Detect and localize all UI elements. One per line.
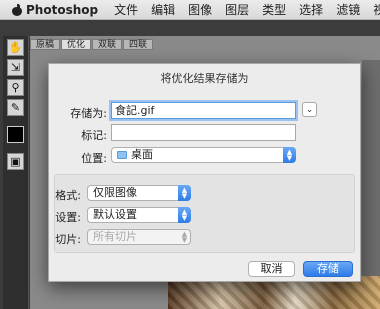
format-label: 格式: xyxy=(55,189,81,202)
settings-value: 默认设置 xyxy=(93,208,137,221)
hand-tool-icon[interactable]: ✋ xyxy=(7,39,24,56)
settings-select[interactable]: 默认设置 ▲ ▼ xyxy=(87,207,191,223)
menu-view[interactable]: 视图 xyxy=(373,1,380,18)
updown-arrows-icon: ▲ ▼ xyxy=(178,207,191,223)
side-panel xyxy=(362,60,380,276)
tags-label: 标记: xyxy=(81,129,107,142)
options-group: 格式: 仅限图像 ▲ ▼ 设置: 默认设置 ▲ ▼ 切片: 所有切片 ▲ ▼ xyxy=(54,174,355,253)
slices-select: 所有切片 ▲ ▼ xyxy=(87,229,191,245)
color-swatch-icon[interactable] xyxy=(7,126,24,143)
tab-original[interactable]: 原稿 xyxy=(30,39,61,50)
slices-value: 所有切片 xyxy=(93,230,137,243)
save-button[interactable]: 存储 xyxy=(303,261,353,277)
menu-edit[interactable]: 编辑 xyxy=(151,1,175,18)
tags-input[interactable] xyxy=(111,124,296,141)
tab-2-up[interactable]: 双联 xyxy=(92,39,123,50)
menu-select[interactable]: 选择 xyxy=(299,1,323,18)
format-select[interactable]: 仅限图像 ▲ ▼ xyxy=(87,185,191,201)
tab-optimized[interactable]: 优化 xyxy=(61,39,92,50)
menu-layer[interactable]: 图层 xyxy=(225,1,249,18)
location-label: 位置: xyxy=(81,152,107,165)
document-view-tabs: 原稿 优化 双联 四联 xyxy=(30,39,154,50)
updown-arrows-icon: ▲ ▼ xyxy=(178,185,191,201)
folder-icon xyxy=(117,151,127,159)
tab-4-up[interactable]: 四联 xyxy=(123,39,154,50)
zoom-tool-icon[interactable]: ⚲ xyxy=(7,79,24,96)
menu-app-photoshop[interactable]: Photoshop xyxy=(26,3,98,17)
save-as-label: 存储为: xyxy=(70,107,107,120)
eyedropper-tool-icon[interactable]: ✎ xyxy=(7,99,24,116)
slices-label: 切片: xyxy=(55,233,81,246)
updown-arrows-icon: ▲ ▼ xyxy=(181,230,188,244)
expand-dialog-button[interactable]: ⌄ xyxy=(302,102,317,117)
location-select[interactable]: 桌面 ▲ ▼ xyxy=(111,147,296,163)
chevron-down-icon: ⌄ xyxy=(305,104,314,115)
cancel-button[interactable]: 取消 xyxy=(248,261,295,277)
menu-filter[interactable]: 滤镜 xyxy=(336,1,360,18)
menu-bar: Photoshop 文件 编辑 图像 图层 类型 选择 滤镜 视图 xyxy=(0,0,380,20)
toolbox: ✋ ⇲ ⚲ ✎ ▣ xyxy=(3,36,29,309)
menu-file[interactable]: 文件 xyxy=(114,1,138,18)
updown-arrows-icon: ▲ ▼ xyxy=(283,147,296,163)
settings-label: 设置: xyxy=(55,211,81,224)
toggle-slices-icon[interactable]: ▣ xyxy=(7,153,24,170)
slice-select-tool-icon[interactable]: ⇲ xyxy=(7,59,24,76)
dialog-title: 将优化结果存储为 xyxy=(160,72,249,85)
menu-type[interactable]: 类型 xyxy=(262,1,286,18)
location-value: 桌面 xyxy=(131,148,153,161)
menu-image[interactable]: 图像 xyxy=(188,1,212,18)
save-optimized-dialog: 将优化结果存储为 存储为: 食記.gif ⌄ 标记: 位置: 桌面 ▲ ▼ 格式:… xyxy=(48,63,361,282)
format-value: 仅限图像 xyxy=(93,186,137,199)
save-as-input[interactable]: 食記.gif xyxy=(111,102,296,119)
